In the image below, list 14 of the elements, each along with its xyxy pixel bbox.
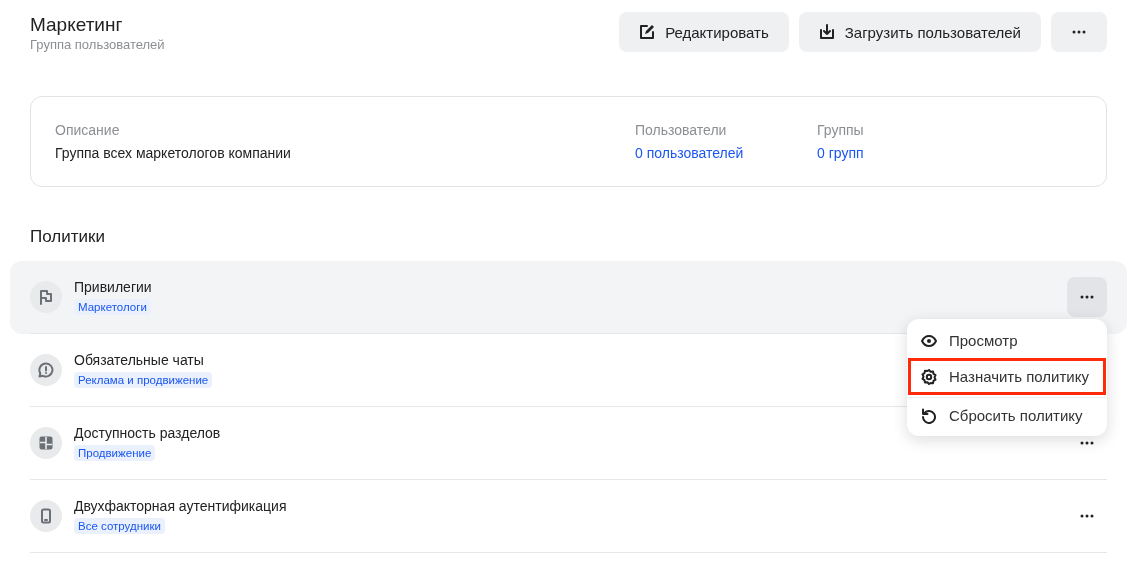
section-title: Политики [30, 227, 106, 247]
field-label: Пользователи [635, 122, 728, 138]
policy-name: Двухфакторная аутентификация [74, 498, 288, 514]
page-subtitle: Группа пользователей [30, 37, 165, 52]
field-label: Описание [55, 122, 121, 138]
field-value: Группа всех маркетологов компании [55, 145, 292, 161]
policy-tag: Все сотрудники [74, 518, 165, 534]
page-title: Маркетинг [30, 14, 124, 36]
field-label: Группы [817, 122, 864, 138]
policy-tag: Реклама и продвижение [74, 372, 213, 388]
policy-name: Обязательные чаты [74, 352, 205, 368]
policy-tag: Маркетологи [74, 299, 151, 315]
policy-tag: Продвижение [74, 445, 156, 461]
policy-name: Привилегии [74, 279, 153, 295]
